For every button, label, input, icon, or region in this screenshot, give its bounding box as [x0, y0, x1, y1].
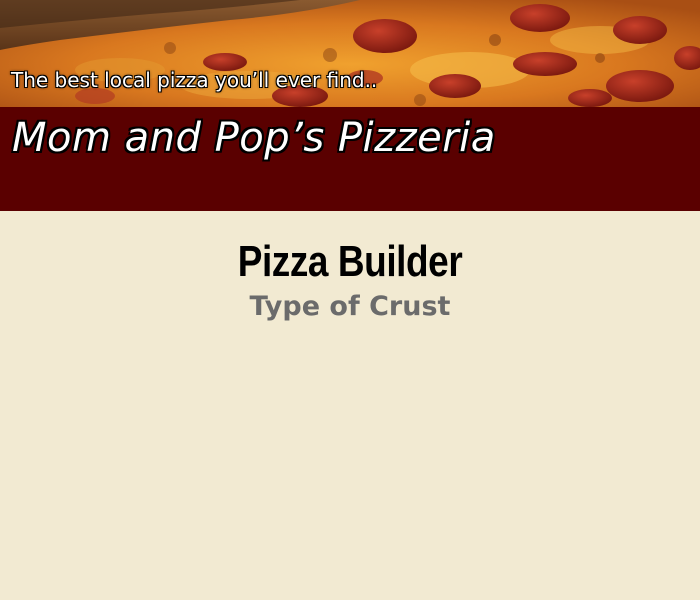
tagline: The best local pizza you’ll ever find..: [11, 68, 378, 92]
crust-type-heading: Type of Crust: [249, 291, 451, 322]
site-title[interactable]: Mom and Pop’s Pizzeria: [12, 115, 496, 161]
page-title: Pizza Builder: [237, 237, 463, 286]
page: The best local pizza you’ll ever find.. …: [0, 0, 700, 600]
main-content: Pizza Builder Type of Crust: [0, 211, 700, 600]
brand-band: Mom and Pop’s Pizzeria: [0, 107, 700, 211]
hero-banner: The best local pizza you’ll ever find..: [0, 0, 700, 107]
